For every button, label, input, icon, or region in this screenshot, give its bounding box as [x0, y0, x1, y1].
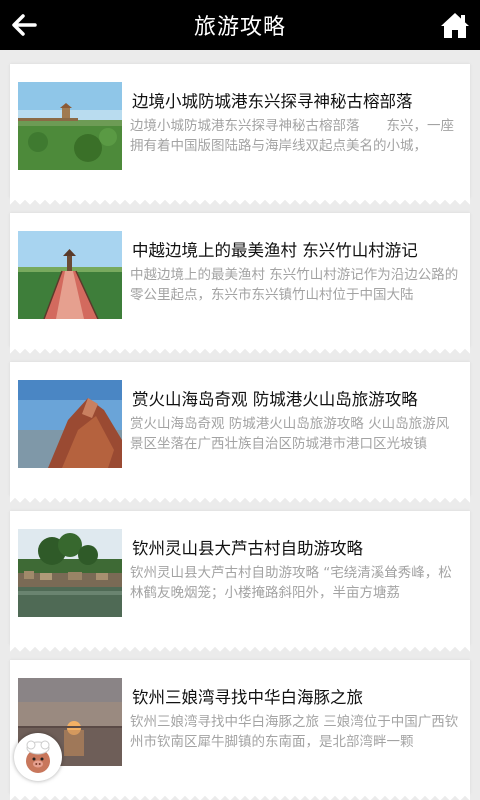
article-card[interactable]: 赏火山海岛奇观 防城港火山岛旅游攻略 赏火山海岛奇观 防城港火山岛旅游攻略 火山…	[10, 362, 470, 504]
article-thumbnail	[18, 82, 122, 170]
article-summary: 边境小城防城港东兴探寻神秘古榕部落 东兴，一座拥有着中国版图陆路与海岸线双起点美…	[130, 118, 454, 154]
card-zigzag-edge	[10, 496, 470, 504]
home-icon	[441, 13, 469, 38]
card-zigzag-edge	[10, 645, 470, 653]
arrow-left-icon	[12, 14, 37, 36]
article-title: 边境小城防城港东兴探寻神秘古榕部落	[132, 92, 413, 111]
floating-assistant-button[interactable]	[14, 733, 62, 781]
back-button[interactable]	[8, 9, 40, 41]
page-title: 旅游攻略	[193, 15, 286, 40]
chef-avatar-icon	[26, 740, 50, 773]
card-zigzag-edge	[10, 794, 470, 800]
article-summary: 中越边境上的最美渔村 东兴竹山村游记作为沿边公路的零公里起点，东兴市东兴镇竹山村…	[130, 267, 459, 303]
article-card[interactable]: 钦州灵山县大芦古村自助游攻略 钦州灵山县大芦古村自助游攻略 “宅绕清溪耸秀峰，松…	[10, 511, 470, 653]
article-title: 赏火山海岛奇观 防城港火山岛旅游攻略	[132, 390, 418, 409]
article-card[interactable]: 钦州三娘湾寻找中华白海豚之旅 钦州三娘湾寻找中华白海豚之旅 三娘湾位于中国广西钦…	[10, 660, 470, 800]
card-zigzag-edge	[10, 198, 470, 206]
article-card[interactable]: 边境小城防城港东兴探寻神秘古榕部落 边境小城防城港东兴探寻神秘古榕部落 东兴，一…	[10, 64, 470, 206]
app-header: 旅游攻略	[0, 0, 480, 50]
article-title: 中越边境上的最美渔村 东兴竹山村游记	[132, 241, 418, 260]
article-card[interactable]: 中越边境上的最美渔村 东兴竹山村游记 中越边境上的最美渔村 东兴竹山村游记作为沿…	[10, 213, 470, 355]
article-thumbnail	[18, 529, 122, 617]
article-title: 钦州灵山县大芦古村自助游攻略	[132, 539, 363, 558]
home-button[interactable]	[438, 8, 472, 42]
article-thumbnail	[18, 231, 122, 319]
card-zigzag-edge	[10, 347, 470, 355]
article-summary: 钦州三娘湾寻找中华白海豚之旅 三娘湾位于中国广西钦州市钦南区犀牛脚镇的东南面，是…	[130, 714, 459, 750]
article-title: 钦州三娘湾寻找中华白海豚之旅	[132, 688, 363, 707]
article-summary: 钦州灵山县大芦古村自助游攻略 “宅绕清溪耸秀峰，松林鹤友晚烟笼；小楼掩路斜阳外，…	[130, 565, 452, 601]
article-summary: 赏火山海岛奇观 防城港火山岛旅游攻略 火山岛旅游风景区坐落在广西壮族自治区防城港…	[130, 416, 450, 452]
article-list[interactable]: 边境小城防城港东兴探寻神秘古榕部落 边境小城防城港东兴探寻神秘古榕部落 东兴，一…	[0, 50, 480, 800]
article-thumbnail	[18, 380, 122, 468]
